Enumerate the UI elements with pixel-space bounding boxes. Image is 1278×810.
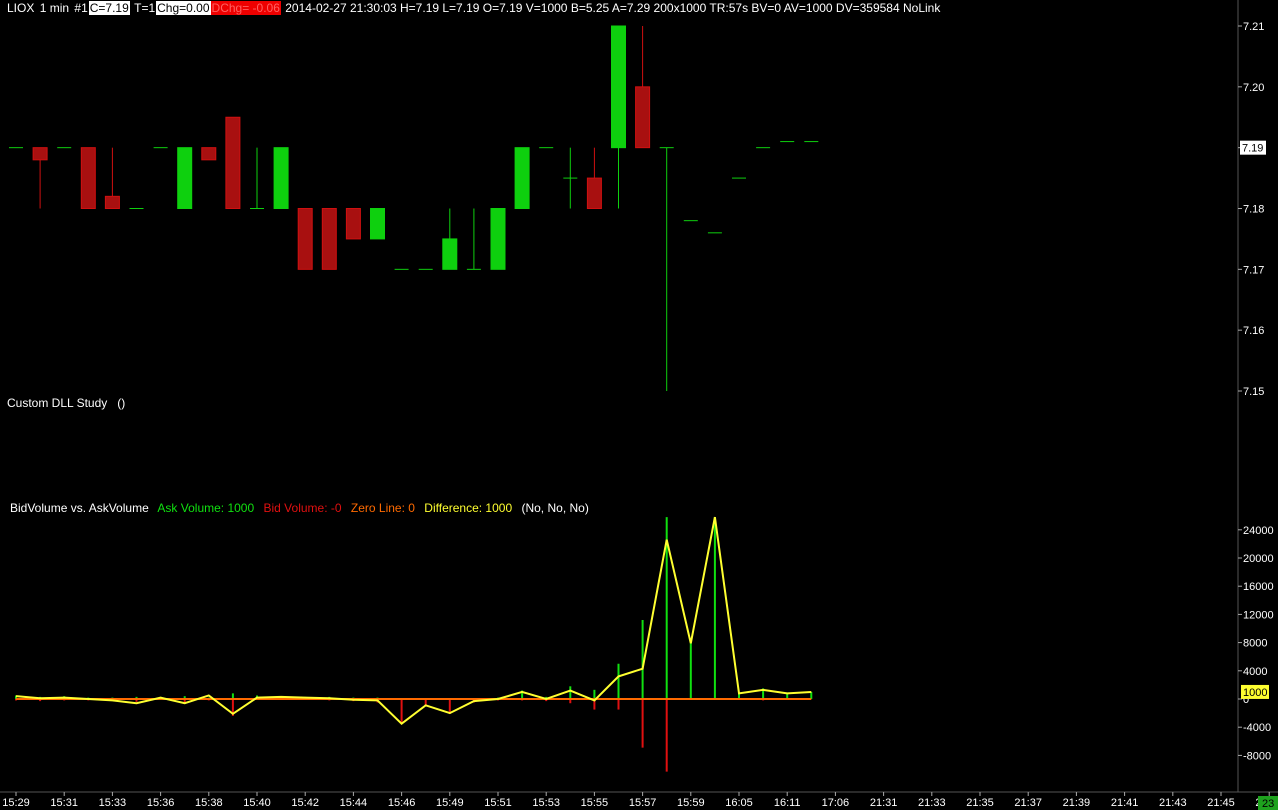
time-tick-label: 15:31 (50, 797, 78, 809)
volume-tick-label: 12000 (1243, 609, 1274, 621)
candle-body (586, 177, 602, 209)
candle-body (80, 147, 96, 210)
symbol-label: LIOX (7, 1, 35, 15)
price-tick-label: 7.15 (1243, 386, 1264, 398)
candle-body (345, 208, 361, 240)
candle-body (201, 147, 217, 161)
daily-change-value: DChg= -0.06 (210, 1, 281, 15)
close-value: C=7.19 (88, 1, 130, 15)
candle-body (490, 208, 506, 270)
time-tick-label: 21:43 (1159, 797, 1187, 809)
custom-dll-study-label: Custom DLL Study () (7, 396, 125, 410)
chart-canvas[interactable]: 7.217.207.197.187.177.167.157.1924000200… (0, 0, 1278, 810)
candle-body (321, 208, 337, 270)
difference-line (15, 516, 812, 725)
time-tick-label: 15:46 (388, 797, 416, 809)
current-difference-label: 1000 (1243, 687, 1267, 699)
candle-body (635, 86, 651, 149)
volume-tick-label: 20000 (1243, 553, 1274, 565)
candle-body (104, 195, 120, 209)
volume-tick-label: 16000 (1243, 581, 1274, 593)
bid-volume-label: Bid Volume: -0 (263, 501, 342, 515)
price-tick-label: 7.20 (1243, 82, 1264, 94)
time-tick-label: 15:57 (629, 797, 657, 809)
time-tick-label: 21:39 (1063, 797, 1091, 809)
time-tick-label: 15:53 (532, 797, 560, 809)
time-tick-label: 15:55 (581, 797, 609, 809)
price-tick-label: 7.16 (1243, 325, 1264, 337)
study2-flags: (No, No, No) (521, 501, 589, 515)
candle-body (514, 147, 530, 210)
volume-tick-label: 24000 (1243, 525, 1274, 537)
candle-body (370, 208, 385, 240)
bid-ask-study-label: BidVolume vs. AskVolume Ask Volume: 1000… (10, 501, 595, 515)
price-tick-label: 7.17 (1243, 264, 1264, 276)
time-tick-label: 15:29 (2, 797, 30, 809)
time-tick-label: 16:05 (725, 797, 753, 809)
zero-line-label: Zero Line: 0 (350, 501, 415, 515)
change-value: Chg=0.00 (156, 1, 211, 15)
volume-tick-label: -4000 (1243, 722, 1271, 734)
chart-header: LIOX 1 min #1 C=7.19 T=1 Chg=0.00 DChg= -0.… (6, 0, 941, 16)
time-tick-label: 15:38 (195, 797, 223, 809)
time-tick-label: 15:33 (99, 797, 127, 809)
study1-title: Custom DLL Study (7, 396, 108, 410)
time-tick-label: 15:40 (243, 797, 271, 809)
volume-tick-label: 8000 (1243, 638, 1267, 650)
candle-body (177, 147, 193, 210)
time-tick-label: 21:31 (870, 797, 898, 809)
ask-volume-label: Ask Volume: 1000 (157, 501, 255, 515)
time-tick-label: 17:06 (822, 797, 850, 809)
time-tick-label: 15:36 (147, 797, 175, 809)
study2-title: BidVolume vs. AskVolume (10, 501, 149, 515)
price-tick-label: 7.18 (1243, 204, 1264, 216)
time-tick-label: 21:41 (1111, 797, 1139, 809)
candle-body (225, 116, 241, 209)
time-tick-label: 21:45 (1207, 797, 1235, 809)
trades-value: T=1 (134, 1, 156, 15)
price-tick-label: 7.21 (1243, 21, 1264, 33)
time-tick-label: 21:35 (966, 797, 994, 809)
chart-number: #1 (74, 1, 88, 15)
time-tick-label: 15:44 (340, 797, 368, 809)
right-badge-label: 23 (1262, 798, 1274, 810)
volume-tick-label: 4000 (1243, 666, 1267, 678)
bar-info: 2014-02-27 21:30:03 H=7.19 L=7.19 O=7.19… (285, 1, 941, 15)
candle-body (273, 147, 289, 210)
difference-label: Difference: 1000 (424, 501, 513, 515)
candle-body (32, 147, 48, 161)
candle-body (611, 25, 626, 149)
time-tick-label: 15:59 (677, 797, 705, 809)
candle-body (297, 208, 313, 270)
time-tick-label: 16:11 (774, 797, 801, 809)
study1-params: () (117, 396, 126, 410)
time-tick-label: 21:33 (918, 797, 946, 809)
candle-body (442, 238, 458, 270)
volume-tick-label: -8000 (1243, 750, 1271, 762)
interval-label: 1 min (39, 1, 70, 15)
time-tick-label: 15:42 (291, 797, 319, 809)
time-tick-label: 15:51 (484, 797, 512, 809)
current-price-label: 7.19 (1242, 143, 1263, 155)
time-tick-label: 21:37 (1014, 797, 1042, 809)
time-tick-label: 15:49 (436, 797, 464, 809)
